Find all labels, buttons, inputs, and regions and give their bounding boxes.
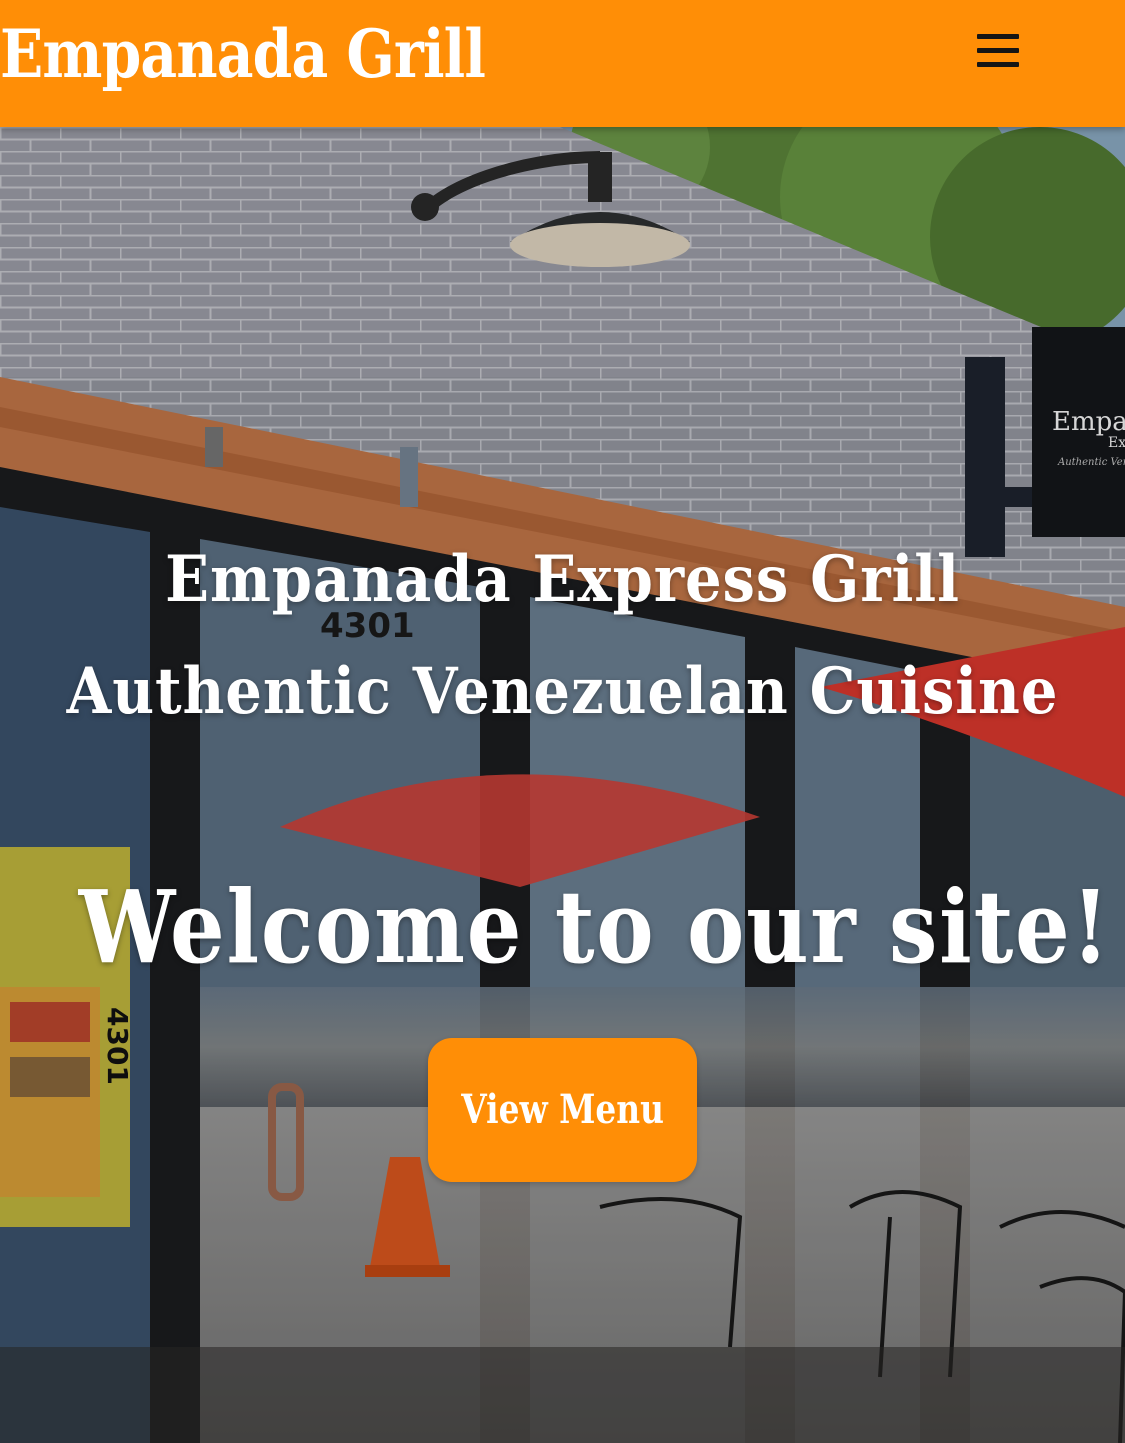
hero-overlay [0, 127, 1125, 1443]
hamburger-menu-icon[interactable] [962, 22, 1032, 80]
view-menu-button[interactable]: View Menu [428, 1038, 697, 1182]
hero-section: Empa Ex Authentic Venez 4301 4301 [0, 127, 1125, 1443]
hero-subtitle: Authentic Venezuelan Cuisine [66, 654, 1059, 729]
hero-title: Empanada Express Grill [165, 542, 960, 617]
menu-bar [977, 48, 1019, 53]
menu-bar [977, 34, 1019, 39]
site-header: Empanada Grill [0, 0, 1125, 127]
site-brand[interactable]: Empanada Grill [0, 14, 486, 94]
welcome-heading: Welcome to our site! [78, 868, 1111, 986]
menu-bar [977, 62, 1019, 67]
view-menu-label: View Menu [461, 1086, 664, 1133]
